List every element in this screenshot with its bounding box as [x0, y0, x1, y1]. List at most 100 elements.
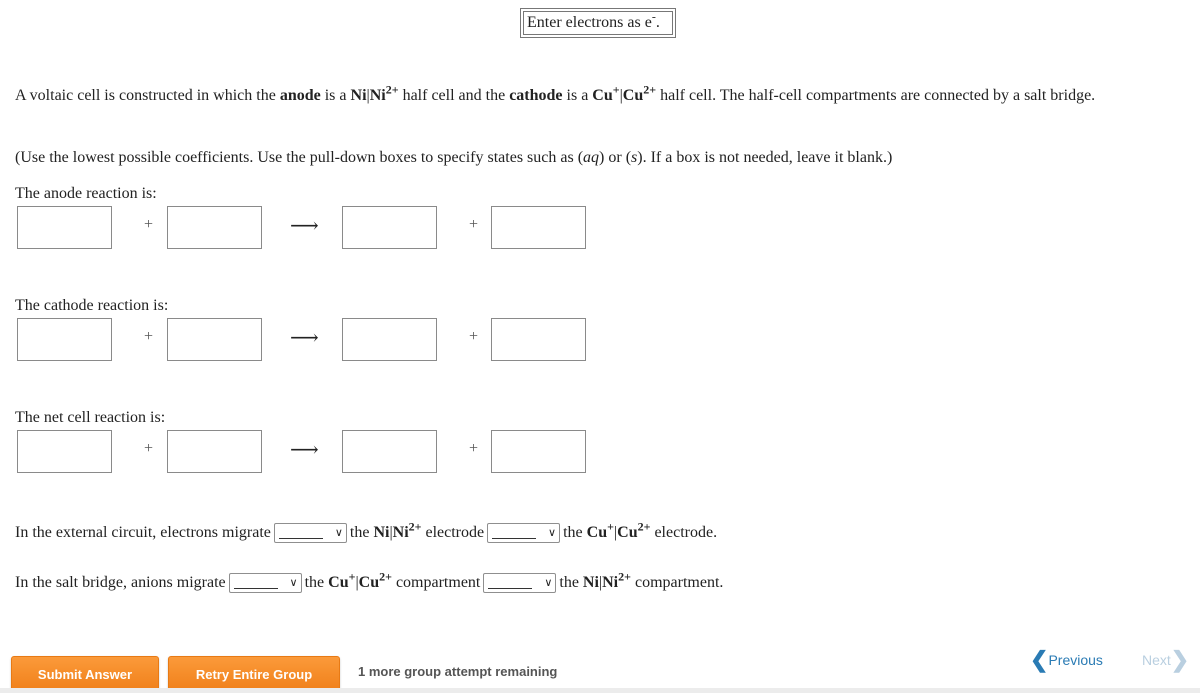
text: is a [320, 87, 351, 104]
next-button: Next ❯ [1142, 647, 1190, 672]
select-value [233, 578, 278, 589]
chevron-down-icon: ∨ [289, 577, 298, 589]
charge: + [607, 519, 614, 534]
cathode-product-2-input[interactable] [491, 318, 586, 361]
electron-direction-select-2[interactable]: ∨ [487, 523, 561, 543]
charge: 2+ [379, 569, 392, 584]
species: Ni [369, 87, 386, 104]
species: Cu [358, 574, 380, 591]
chevron-down-icon: ∨ [548, 527, 557, 539]
charge: 2+ [408, 519, 422, 534]
select-value [488, 578, 533, 589]
aq-state: aq [583, 149, 600, 166]
text: half cell and the [398, 87, 510, 104]
text: compartment. [634, 574, 724, 591]
previous-button[interactable]: ❮ Previous [1030, 647, 1103, 672]
plus-sign: + [144, 440, 154, 457]
plus-sign: + [469, 216, 479, 233]
cathode-reaction-label: The cathode reaction is: [15, 297, 169, 314]
text: compartment [395, 574, 481, 591]
question-text: In the external circuit, electrons migra… [15, 524, 271, 541]
question-text: In the salt bridge, anions migrate [15, 574, 226, 591]
ni-electrode: Ni|Ni2+ [373, 519, 422, 544]
electron-hint-text: Enter electrons as e-. [523, 11, 673, 35]
electron-hint-box: Enter electrons as e-. [520, 8, 676, 38]
chevron-right-icon: ❯ [1170, 647, 1190, 672]
problem-statement: A voltaic cell is constructed in which t… [15, 82, 1185, 106]
species: Ni [350, 87, 367, 104]
reaction-arrow-icon: ⟶ [290, 327, 319, 349]
reaction-arrow-icon: ⟶ [290, 215, 319, 237]
net-reactant-1-input[interactable] [17, 430, 112, 473]
electron-direction-select-1[interactable]: ∨ [273, 523, 347, 543]
text: electrode [425, 524, 485, 541]
charge: + [612, 82, 620, 97]
chevron-down-icon: ∨ [334, 527, 343, 539]
anode-product-2-input[interactable] [491, 206, 586, 249]
species: Ni [602, 574, 619, 591]
previous-label: Previous [1048, 652, 1103, 668]
chevron-down-icon: ∨ [544, 577, 553, 589]
net-product-2-input[interactable] [491, 430, 586, 473]
bottom-divider [0, 688, 1200, 693]
cathode-reactant-1-input[interactable] [17, 318, 112, 361]
chevron-left-icon: ❮ [1030, 647, 1049, 672]
cathode-reactant-2-input[interactable] [167, 318, 262, 361]
text: ). If a box is not needed, leave it blan… [637, 149, 893, 166]
cathode-reaction-equation: + ⟶ + [17, 318, 607, 363]
text: A voltaic cell is constructed in which t… [15, 87, 280, 104]
hint-text: Enter electrons as e [527, 14, 652, 31]
text: ) or ( [599, 149, 632, 166]
charge: 2+ [618, 569, 631, 584]
cathode-product-1-input[interactable] [342, 318, 437, 361]
anode-term: anode [279, 87, 321, 104]
species: Ni [373, 524, 390, 541]
text: the [304, 574, 325, 591]
anode-product-1-input[interactable] [342, 206, 437, 249]
hint-suffix: . [655, 14, 660, 31]
net-product-1-input[interactable] [342, 430, 437, 473]
charge: 2+ [637, 519, 651, 534]
salt-bridge-question: In the salt bridge, anions migrate ∨ the… [15, 569, 724, 594]
cu-electrode: Cu+|Cu2+ [586, 519, 651, 544]
text: half cell. The half-cell compartments ar… [656, 87, 1096, 104]
anion-direction-select-2[interactable]: ∨ [483, 573, 557, 593]
species: Ni [392, 524, 409, 541]
species: Cu [592, 87, 613, 104]
species: Cu [622, 87, 644, 104]
select-value [492, 528, 537, 539]
text: the [563, 524, 583, 541]
text: the [559, 574, 579, 591]
text: electrode. [654, 524, 718, 541]
plus-sign: + [144, 328, 154, 345]
species: Cu [328, 574, 349, 591]
net-reaction-equation: + ⟶ + [17, 430, 607, 475]
species: Cu [586, 524, 608, 541]
charge: 2+ [643, 82, 657, 97]
external-circuit-question: In the external circuit, electrons migra… [15, 519, 718, 544]
charge: 2+ [385, 82, 399, 97]
submit-answer-button[interactable]: Submit Answer [11, 656, 159, 692]
anode-half-cell: Ni|Ni2+ [350, 84, 399, 104]
anion-direction-select-1[interactable]: ∨ [228, 573, 302, 593]
anode-reactant-2-input[interactable] [167, 206, 262, 249]
plus-sign: + [144, 216, 154, 233]
cu-compartment: Cu+|Cu2+ [328, 569, 392, 594]
instructions: (Use the lowest possible coefficients. U… [15, 148, 892, 168]
text: is a [562, 87, 593, 104]
anode-reactant-1-input[interactable] [17, 206, 112, 249]
anode-reaction-equation: + ⟶ + [17, 206, 607, 251]
species: Cu [617, 524, 638, 541]
retry-entire-group-button[interactable]: Retry Entire Group [168, 656, 340, 692]
species: Ni [582, 574, 599, 591]
text: (Use the lowest possible coefficients. U… [15, 149, 584, 166]
reaction-arrow-icon: ⟶ [290, 439, 319, 461]
attempts-remaining-text: 1 more group attempt remaining [358, 664, 558, 679]
select-value [278, 528, 323, 539]
text: the [349, 524, 370, 541]
plus-sign: + [469, 328, 479, 345]
net-reactant-2-input[interactable] [167, 430, 262, 473]
next-label: Next [1142, 652, 1171, 668]
plus-sign: + [469, 440, 479, 457]
anode-reaction-label: The anode reaction is: [15, 185, 157, 202]
